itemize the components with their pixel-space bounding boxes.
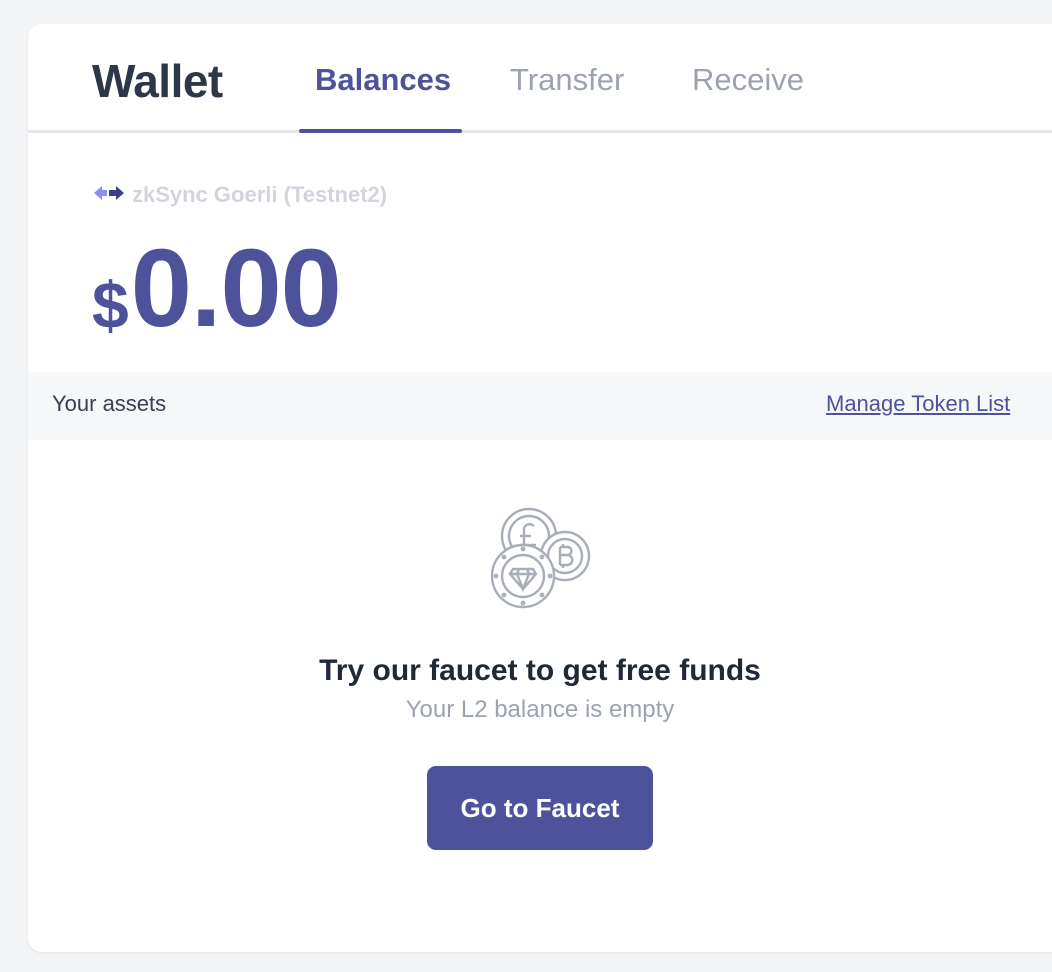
page-title: Wallet bbox=[92, 55, 223, 107]
empty-state-subtitle: Your L2 balance is empty bbox=[405, 696, 675, 723]
tab-balances[interactable]: Balances bbox=[315, 62, 451, 98]
total-balance: $ 0.00 bbox=[92, 227, 342, 350]
manage-token-list-link[interactable]: Manage Token List bbox=[826, 391, 1010, 417]
assets-bar: Your assets Manage Token List bbox=[28, 372, 1052, 440]
tab-transfer[interactable]: Transfer bbox=[510, 62, 624, 98]
wallet-header: Wallet Balances Transfer Receive bbox=[28, 24, 1052, 133]
assets-label: Your assets bbox=[52, 391, 167, 416]
empty-state: Try our faucet to get free funds Your L2… bbox=[28, 504, 1052, 850]
coins-icon bbox=[28, 504, 1052, 614]
currency-symbol: $ bbox=[92, 268, 129, 342]
tab-receive[interactable]: Receive bbox=[692, 62, 804, 98]
empty-state-title: Try our faucet to get free funds bbox=[319, 654, 761, 687]
go-to-faucet-button[interactable]: Go to Faucet bbox=[427, 766, 653, 850]
balance-amount: 0.00 bbox=[130, 227, 342, 350]
active-tab-indicator bbox=[299, 129, 462, 133]
wallet-card: Wallet Balances Transfer Receive zkSync … bbox=[28, 24, 1052, 952]
network-label: zkSync Goerli (Testnet2) bbox=[132, 182, 388, 207]
network-indicator: zkSync Goerli (Testnet2) bbox=[92, 182, 387, 208]
arrows-exchange-icon bbox=[92, 184, 126, 207]
